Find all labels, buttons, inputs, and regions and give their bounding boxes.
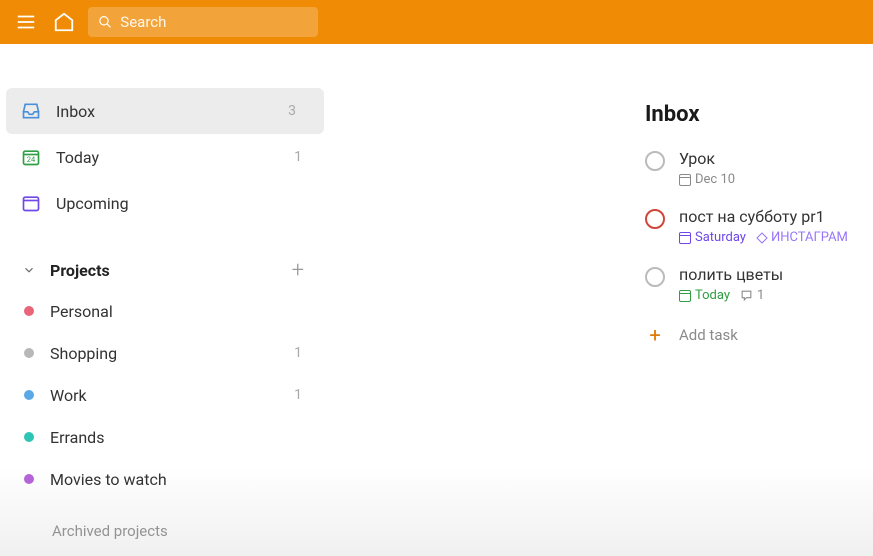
task-date: Today	[679, 288, 730, 303]
project-color-dot	[24, 390, 34, 400]
nav-inbox[interactable]: Inbox 3	[6, 88, 324, 134]
project-item[interactable]: Shopping 1	[0, 332, 330, 374]
search-box[interactable]	[88, 7, 318, 37]
project-item[interactable]: Work 1	[0, 374, 330, 416]
task-row[interactable]: полить цветы Today 1	[645, 265, 873, 303]
nav-today[interactable]: 24 Today 1	[0, 134, 330, 180]
add-project-icon[interactable]: +	[292, 258, 310, 283]
project-color-dot	[24, 306, 34, 316]
calendar-today-icon: 24	[20, 147, 42, 167]
project-label: Personal	[50, 302, 286, 321]
comment-icon	[740, 289, 753, 302]
task-row[interactable]: Урок Dec 10	[645, 149, 873, 187]
task-title: пост на субботу pr1	[679, 207, 848, 226]
inbox-icon	[20, 101, 42, 121]
project-color-dot	[24, 474, 34, 484]
task-row[interactable]: пост на субботу pr1 Saturday ИНСТАГРАМ	[645, 207, 873, 245]
calendar-upcoming-icon	[20, 193, 42, 213]
chevron-down-icon	[20, 263, 38, 277]
task-tag[interactable]: ИНСТАГРАМ	[756, 230, 848, 245]
sidebar: Inbox 3 24 Today 1 Upcoming Projects + P…	[0, 44, 330, 556]
nav-upcoming[interactable]: Upcoming	[0, 180, 330, 226]
calendar-icon	[679, 174, 691, 186]
task-date: Saturday	[679, 230, 746, 245]
project-color-dot	[24, 348, 34, 358]
nav-label: Today	[56, 148, 280, 167]
plus-icon: +	[645, 323, 665, 347]
svg-text:24: 24	[27, 155, 36, 164]
search-icon	[98, 14, 112, 30]
page-title: Inbox	[645, 102, 873, 127]
nav-count: 3	[288, 103, 304, 119]
project-label: Movies to watch	[50, 470, 286, 489]
task-title: полить цветы	[679, 265, 783, 284]
calendar-icon	[679, 232, 691, 244]
project-color-dot	[24, 432, 34, 442]
projects-header[interactable]: Projects +	[0, 250, 330, 290]
project-label: Errands	[50, 428, 286, 447]
main-content: Inbox Урок Dec 10 пост на субботу pr1 Sa…	[330, 44, 873, 556]
add-task-label: Add task	[679, 326, 738, 344]
project-label: Work	[50, 386, 278, 405]
project-count: 1	[294, 345, 310, 361]
add-task-button[interactable]: + Add task	[645, 323, 873, 347]
project-label: Shopping	[50, 344, 278, 363]
task-checkbox[interactable]	[645, 209, 665, 229]
project-item[interactable]: Movies to watch	[0, 458, 330, 500]
tag-icon	[756, 232, 768, 244]
task-checkbox[interactable]	[645, 151, 665, 171]
menu-icon[interactable]	[12, 8, 40, 36]
project-item[interactable]: Errands	[0, 416, 330, 458]
archived-projects[interactable]: Archived projects	[0, 500, 330, 540]
calendar-icon	[679, 290, 691, 302]
project-item[interactable]: Personal	[0, 290, 330, 332]
project-count: 1	[294, 387, 310, 403]
task-checkbox[interactable]	[645, 267, 665, 287]
topbar	[0, 0, 873, 44]
nav-label: Inbox	[56, 102, 274, 121]
task-title: Урок	[679, 149, 735, 168]
nav-count: 1	[294, 149, 310, 165]
search-input[interactable]	[120, 13, 308, 31]
task-date: Dec 10	[679, 172, 735, 187]
task-comments[interactable]: 1	[740, 288, 764, 303]
nav-label: Upcoming	[56, 194, 310, 213]
projects-title: Projects	[50, 261, 280, 280]
home-icon[interactable]	[50, 8, 78, 36]
